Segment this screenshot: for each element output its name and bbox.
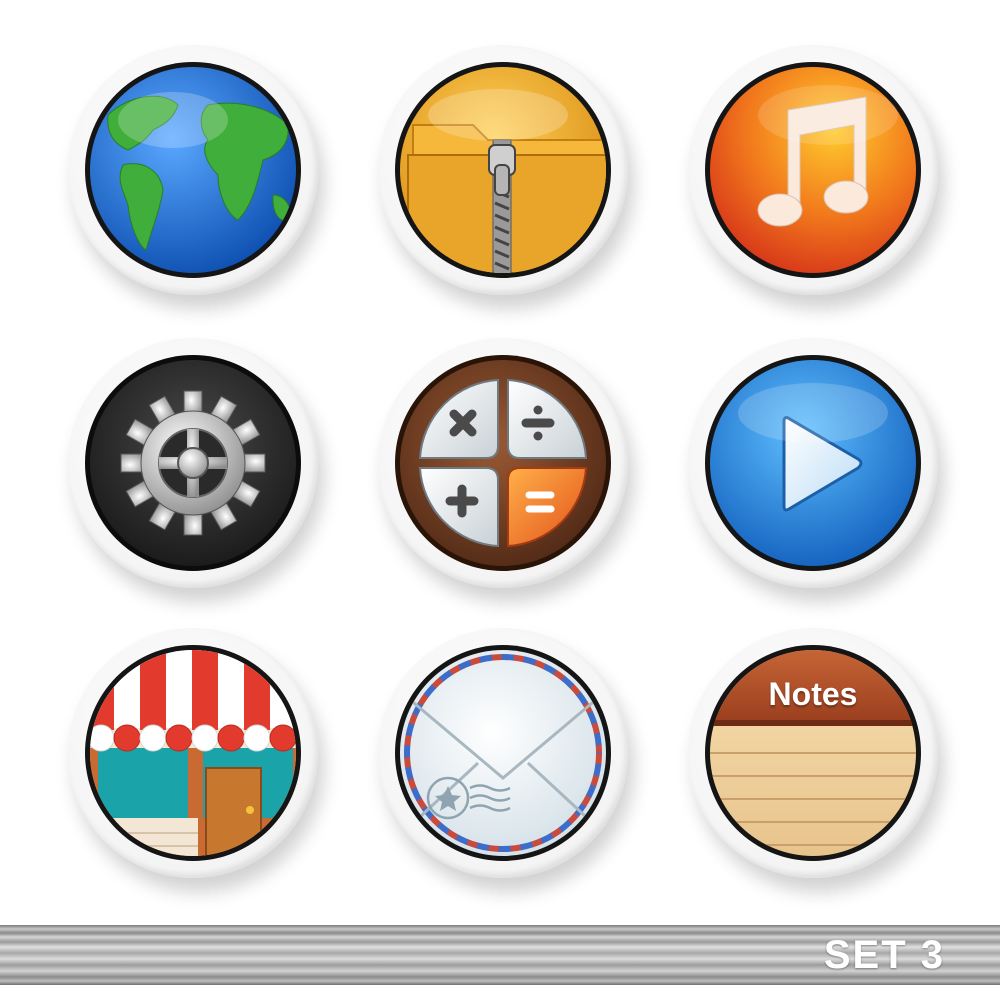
play-graphic [705, 355, 921, 571]
store-icon[interactable] [68, 628, 318, 878]
calculator-graphic [395, 355, 611, 571]
zip-folder-graphic [395, 62, 611, 278]
zip-folder-icon[interactable] [378, 45, 628, 295]
globe-icon[interactable] [68, 45, 318, 295]
play-icon[interactable] [688, 338, 938, 588]
notes-icon[interactable]: Notes [688, 628, 938, 878]
notes-label: Notes [768, 676, 858, 712]
notes-graphic [705, 645, 921, 861]
music-note-icon[interactable] [688, 45, 938, 295]
set-label: SET 3 [823, 933, 945, 977]
mail-graphic [395, 645, 611, 861]
gear-graphic [85, 355, 301, 571]
mail-icon[interactable] [378, 628, 628, 878]
globe-graphic [85, 62, 301, 278]
store-graphic [85, 645, 301, 861]
music-note-graphic [705, 62, 921, 278]
calculator-icon[interactable] [378, 338, 628, 588]
gear-icon[interactable] [68, 338, 318, 588]
set-banner: SET 3 [0, 925, 1000, 985]
